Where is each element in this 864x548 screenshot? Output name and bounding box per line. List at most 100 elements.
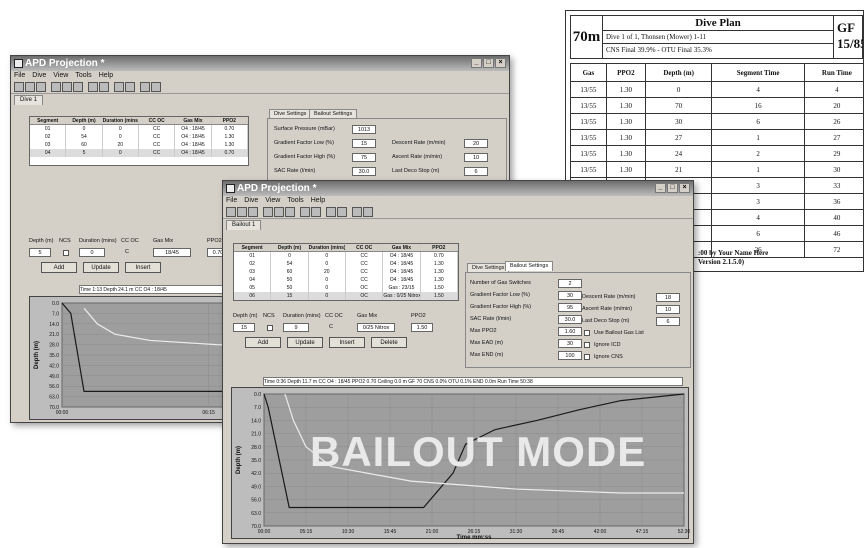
tab-bailout-settings[interactable]: Bailout Settings bbox=[505, 261, 554, 271]
setting-field[interactable]: 100 bbox=[558, 351, 582, 360]
info-icon[interactable] bbox=[151, 82, 161, 92]
segment-col-header[interactable]: Depth (m) bbox=[271, 244, 309, 251]
setting-field[interactable]: 6 bbox=[464, 167, 488, 176]
add-button[interactable]: Add bbox=[245, 337, 281, 348]
segment-col-header[interactable]: Segment bbox=[30, 117, 67, 124]
chart-icon[interactable] bbox=[285, 207, 295, 217]
delete-button[interactable]: Delete bbox=[371, 337, 407, 348]
menu-tools[interactable]: Tools bbox=[287, 196, 303, 206]
close-icon[interactable]: × bbox=[679, 183, 690, 193]
menu-dive[interactable]: Dive bbox=[32, 71, 46, 81]
setting-field[interactable]: 2 bbox=[558, 279, 582, 288]
editor-duration-field[interactable]: 0 bbox=[79, 248, 105, 257]
settings-icon[interactable] bbox=[114, 82, 124, 92]
segment-col-header[interactable]: Segment bbox=[234, 244, 272, 251]
segment-row[interactable]: 01 0 0 CC O4 : 18/45 0.70 bbox=[234, 252, 458, 260]
menu-tools[interactable]: Tools bbox=[75, 71, 91, 81]
setting-field[interactable]: 18 bbox=[656, 293, 680, 302]
segment-row[interactable]: 02 54 0 CC O4 : 18/45 1.30 bbox=[234, 260, 458, 268]
cc-oc-radio[interactable]: C bbox=[125, 249, 129, 255]
menu-dive[interactable]: Dive bbox=[244, 196, 258, 206]
segment-row[interactable]: 03 60 20 CC O4 : 18/45 1.30 bbox=[234, 268, 458, 276]
segment-col-header[interactable]: PPO2 bbox=[421, 244, 458, 251]
menu-file[interactable]: File bbox=[226, 196, 237, 206]
segment-col-header[interactable]: CC OC bbox=[139, 117, 176, 124]
save-icon[interactable] bbox=[36, 82, 46, 92]
save-icon[interactable] bbox=[248, 207, 258, 217]
segment-row[interactable]: 02 54 0 CC O4 : 18/45 1.30 bbox=[30, 133, 248, 141]
segment-col-header[interactable]: Gas Mix bbox=[175, 117, 212, 124]
menu-help[interactable]: Help bbox=[311, 196, 325, 206]
update-button[interactable]: Update bbox=[287, 337, 323, 348]
close-icon[interactable]: × bbox=[495, 58, 506, 68]
editor-depth-field[interactable]: 15 bbox=[233, 323, 255, 332]
open-file-icon[interactable] bbox=[25, 82, 35, 92]
checkbox[interactable] bbox=[584, 354, 590, 360]
segment-row[interactable]: 06 15 0 OC Gas : 0/25 Nitrox 1.50 bbox=[234, 292, 458, 300]
minimize-icon[interactable]: _ bbox=[471, 58, 482, 68]
setting-field[interactable]: 10 bbox=[464, 153, 488, 162]
segment-col-header[interactable]: CC OC bbox=[346, 244, 384, 251]
settings-icon[interactable] bbox=[326, 207, 336, 217]
setting-field[interactable]: 15 bbox=[352, 139, 376, 148]
print-icon[interactable] bbox=[300, 207, 310, 217]
setting-field[interactable]: 1013 bbox=[352, 125, 376, 134]
editor-depth-field[interactable]: 5 bbox=[29, 248, 51, 257]
segment-row[interactable]: 01 0 0 CC O4 : 18/45 0.70 bbox=[30, 125, 248, 133]
help-icon[interactable] bbox=[140, 82, 150, 92]
paste-icon[interactable] bbox=[62, 82, 72, 92]
menu-view[interactable]: View bbox=[265, 196, 280, 206]
setting-field[interactable]: 95 bbox=[558, 303, 582, 312]
print-icon[interactable] bbox=[88, 82, 98, 92]
tab-dive-1[interactable]: Dive 1 bbox=[14, 95, 44, 105]
segment-col-header[interactable]: Gas Mix bbox=[383, 244, 421, 251]
segment-row[interactable]: 04 50 0 CC O4 : 18/45 1.30 bbox=[234, 276, 458, 284]
tab-bailout-1[interactable]: Bailout 1 bbox=[226, 220, 262, 230]
checkbox[interactable] bbox=[584, 342, 590, 348]
setting-field[interactable]: 30.0 bbox=[352, 167, 376, 176]
copy-icon[interactable] bbox=[51, 82, 61, 92]
info-icon[interactable] bbox=[363, 207, 373, 217]
new-file-icon[interactable] bbox=[226, 207, 236, 217]
editor-ppo2-field[interactable]: 1.50 bbox=[411, 323, 433, 332]
segment-col-header[interactable]: PPO2 bbox=[212, 117, 248, 124]
menu-help[interactable]: Help bbox=[99, 71, 113, 81]
segment-col-header[interactable]: Duration (mins) bbox=[309, 244, 346, 251]
segment-row[interactable]: 05 50 0 OC Gas : 23/15 1.50 bbox=[234, 284, 458, 292]
insert-button[interactable]: Insert bbox=[125, 262, 161, 273]
segment-col-header[interactable]: Duration (mins) bbox=[103, 117, 139, 124]
help-icon[interactable] bbox=[352, 207, 362, 217]
segment-row[interactable]: 04 5 0 CC O4 : 18/45 0.70 bbox=[30, 149, 248, 157]
menu-file[interactable]: File bbox=[14, 71, 25, 81]
menu-view[interactable]: View bbox=[53, 71, 68, 81]
window-titlebar[interactable]: APD Projection * _ □ × bbox=[223, 181, 693, 196]
copy-icon[interactable] bbox=[263, 207, 273, 217]
ncs-checkbox[interactable] bbox=[63, 250, 69, 256]
setting-field[interactable]: 75 bbox=[352, 153, 376, 162]
editor-duration-field[interactable]: 9 bbox=[283, 323, 309, 332]
segment-col-header[interactable]: Depth (m) bbox=[66, 117, 103, 124]
setting-field[interactable]: 1.60 bbox=[558, 327, 582, 336]
editor-gas-field[interactable]: 0/25 Nitrox bbox=[357, 323, 395, 332]
window-titlebar[interactable]: APD Projection * _ □ × bbox=[11, 56, 509, 71]
table-icon[interactable] bbox=[311, 207, 321, 217]
open-file-icon[interactable] bbox=[237, 207, 247, 217]
setting-field[interactable]: 30.0 bbox=[558, 315, 582, 324]
table-icon[interactable] bbox=[99, 82, 109, 92]
tools-icon[interactable] bbox=[125, 82, 135, 92]
setting-field[interactable]: 6 bbox=[656, 317, 680, 326]
chart-icon[interactable] bbox=[73, 82, 83, 92]
maximize-icon[interactable]: □ bbox=[667, 183, 678, 193]
setting-field[interactable]: 20 bbox=[464, 139, 488, 148]
maximize-icon[interactable]: □ bbox=[483, 58, 494, 68]
checkbox[interactable] bbox=[584, 330, 590, 336]
cc-oc-radio[interactable]: C bbox=[329, 324, 333, 330]
paste-icon[interactable] bbox=[274, 207, 284, 217]
setting-field[interactable]: 10 bbox=[656, 305, 680, 314]
ncs-checkbox[interactable] bbox=[267, 325, 273, 331]
new-file-icon[interactable] bbox=[14, 82, 24, 92]
editor-gas-field[interactable]: 18/45 bbox=[153, 248, 191, 257]
insert-button[interactable]: Insert bbox=[329, 337, 365, 348]
setting-field[interactable]: 30 bbox=[558, 339, 582, 348]
tools-icon[interactable] bbox=[337, 207, 347, 217]
